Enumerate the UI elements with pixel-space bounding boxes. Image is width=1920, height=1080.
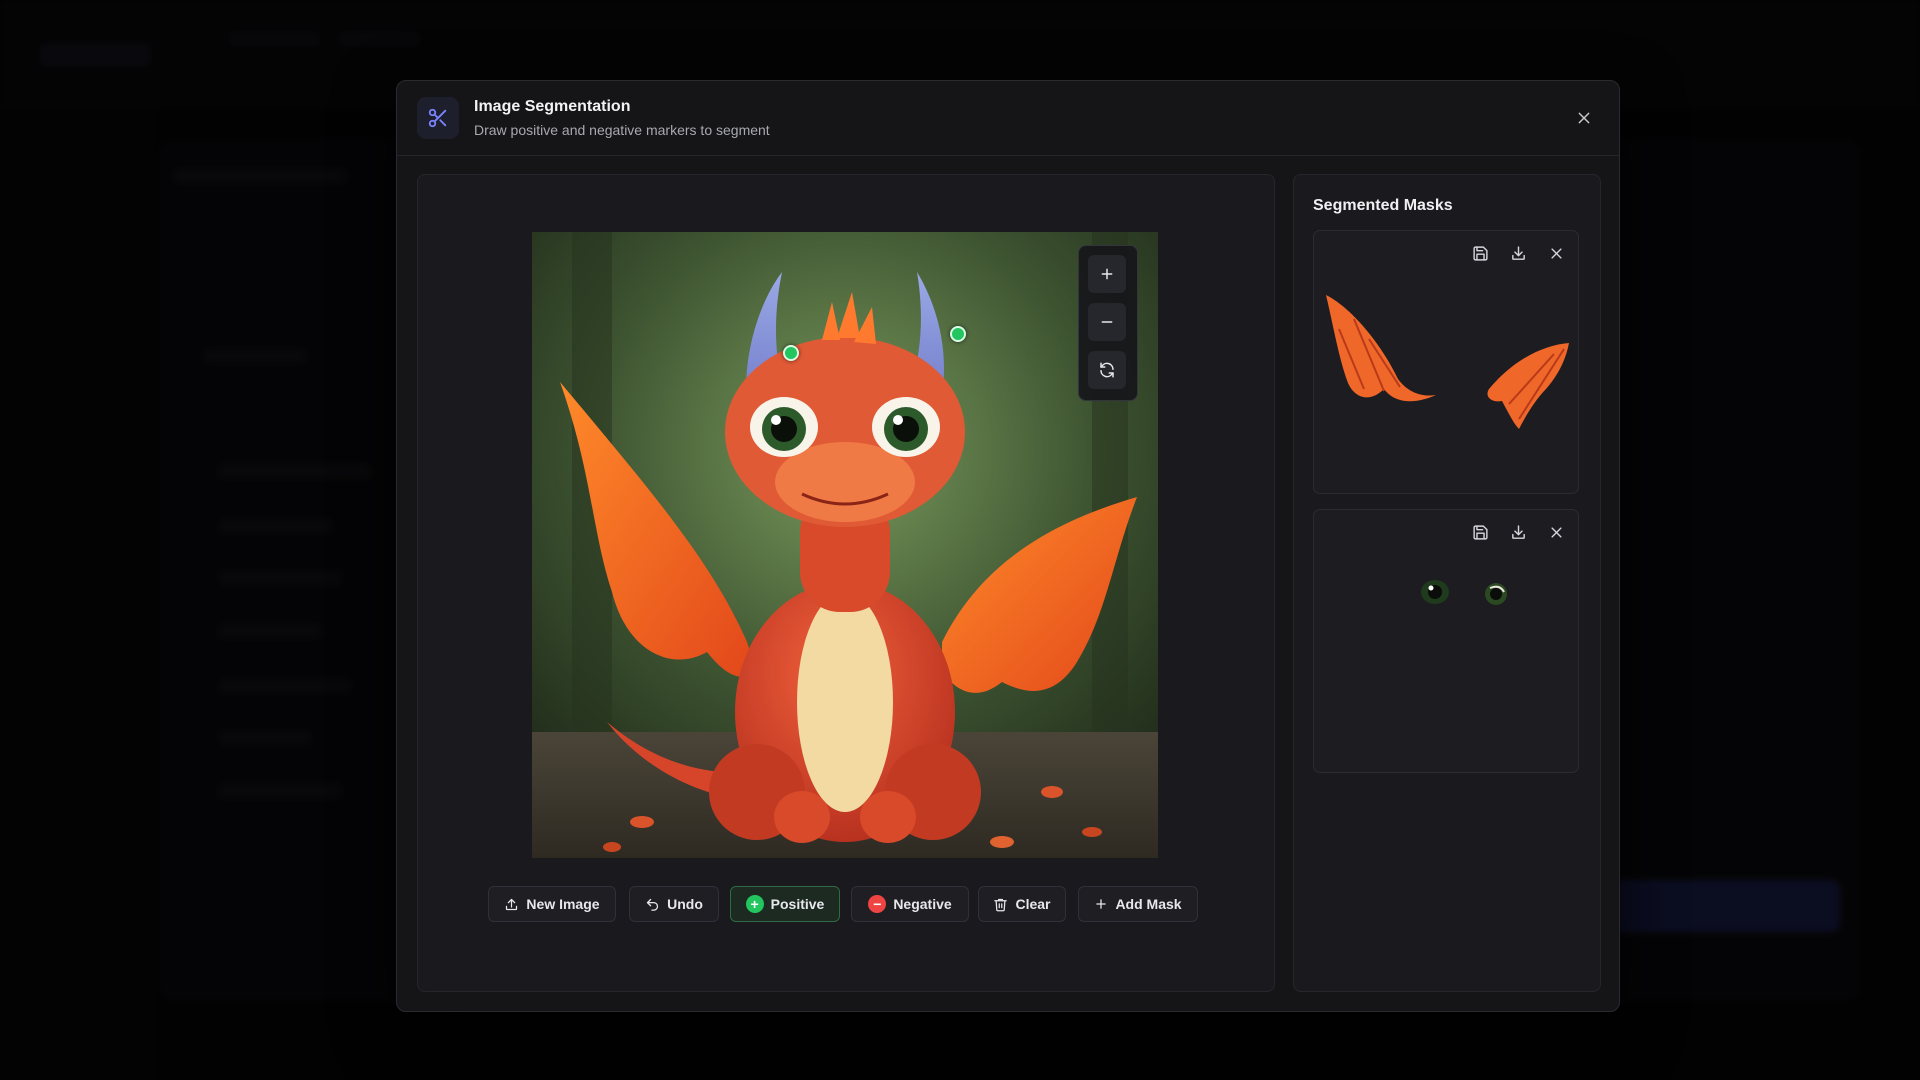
positive-mode-button[interactable]: + Positive xyxy=(730,886,840,922)
mask-actions xyxy=(1468,520,1568,544)
modal-header: Image Segmentation Draw positive and neg… xyxy=(397,81,1619,156)
new-image-button[interactable]: New Image xyxy=(488,886,616,922)
scissors-icon xyxy=(417,97,459,139)
trash-icon xyxy=(994,898,1008,911)
download-icon xyxy=(1511,245,1525,260)
mask-actions xyxy=(1468,241,1568,265)
positive-label: Positive xyxy=(770,896,825,912)
negative-mode-button[interactable]: − Negative xyxy=(851,886,969,922)
download-mask-button[interactable] xyxy=(1506,520,1530,544)
segmentation-modal: Image Segmentation Draw positive and neg… xyxy=(396,80,1620,1012)
refresh-icon xyxy=(1100,362,1114,378)
modal-subtitle: Draw positive and negative markers to se… xyxy=(474,122,770,138)
plus-icon xyxy=(1101,268,1113,280)
save-mask-button[interactable] xyxy=(1468,520,1492,544)
positive-plus-icon: + xyxy=(745,895,764,913)
add-mask-button[interactable]: Add Mask xyxy=(1078,886,1198,922)
clear-label: Clear xyxy=(1015,896,1051,912)
wings-mask-preview xyxy=(1326,295,1569,429)
close-icon xyxy=(1550,247,1562,259)
download-mask-button[interactable] xyxy=(1506,241,1530,265)
save-mask-button[interactable] xyxy=(1468,241,1492,265)
segmented-masks-panel: Segmented Masks xyxy=(1293,174,1601,992)
mask-card[interactable] xyxy=(1313,230,1579,494)
segmentation-canvas[interactable] xyxy=(532,232,1158,858)
segmentation-toolbar: New Image Undo + Positive − Negative Cle… xyxy=(488,886,1208,924)
positive-marker[interactable] xyxy=(950,326,966,342)
positive-marker[interactable] xyxy=(783,345,799,361)
negative-label: Negative xyxy=(893,896,952,912)
add-mask-label: Add Mask xyxy=(1115,896,1182,912)
minus-icon xyxy=(1101,321,1113,323)
zoom-in-button[interactable] xyxy=(1088,255,1126,293)
eyes-mask-preview xyxy=(1421,580,1507,605)
close-icon xyxy=(1550,526,1562,538)
masks-title: Segmented Masks xyxy=(1313,197,1453,214)
upload-icon xyxy=(506,898,518,910)
undo-icon xyxy=(646,898,659,911)
download-icon xyxy=(1511,524,1525,539)
modal-title: Image Segmentation xyxy=(474,98,631,115)
close-icon xyxy=(1578,112,1590,124)
mask-card[interactable] xyxy=(1313,509,1579,773)
zoom-out-button[interactable] xyxy=(1088,303,1126,341)
save-icon xyxy=(1472,245,1488,261)
delete-mask-button[interactable] xyxy=(1544,241,1568,265)
new-image-label: New Image xyxy=(526,896,600,912)
delete-mask-button[interactable] xyxy=(1544,520,1568,544)
zoom-controls xyxy=(1078,245,1138,401)
canvas-panel: New Image Undo + Positive − Negative Cle… xyxy=(417,174,1275,992)
negative-minus-icon: − xyxy=(868,895,887,913)
save-icon xyxy=(1472,524,1488,540)
undo-button[interactable]: Undo xyxy=(629,886,719,922)
undo-label: Undo xyxy=(667,896,703,912)
reset-view-button[interactable] xyxy=(1088,351,1126,389)
plus-icon xyxy=(1096,899,1107,909)
dragon-image xyxy=(532,232,1158,858)
modal-close-button[interactable] xyxy=(1571,105,1597,131)
clear-button[interactable]: Clear xyxy=(978,886,1066,922)
